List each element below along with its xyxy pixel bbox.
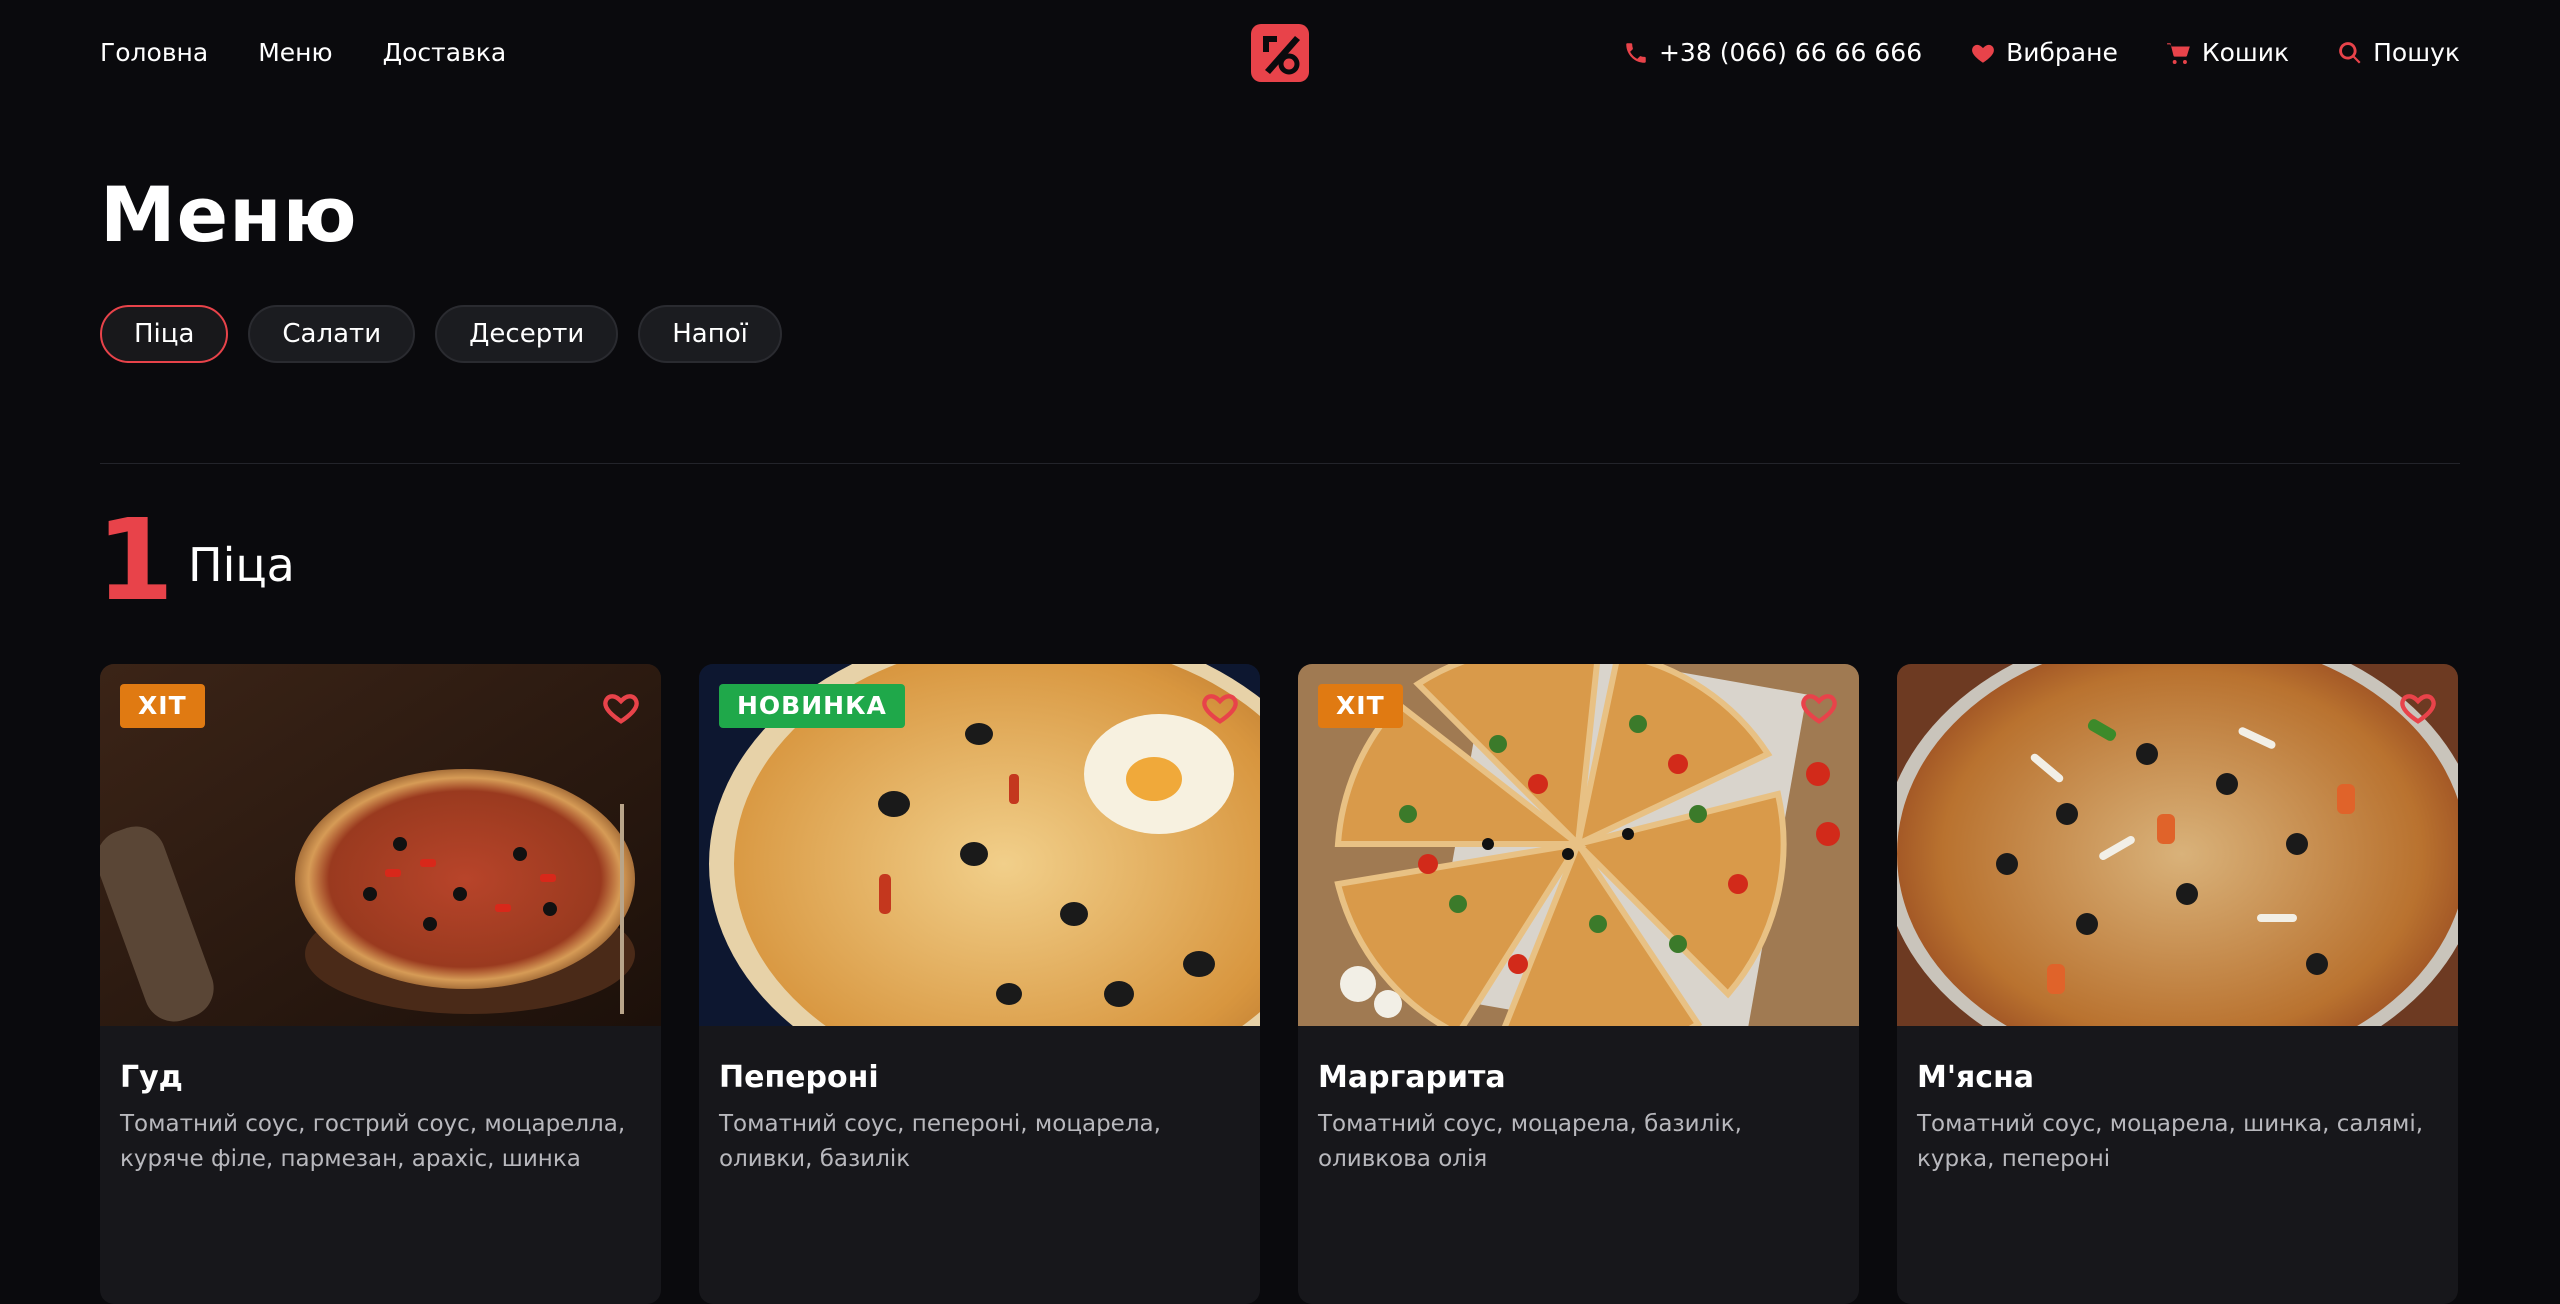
heart-outline-icon <box>1202 694 1238 724</box>
product-card[interactable]: М'ясна Томатний соус, моцарела, шинка, с… <box>1897 664 2458 1304</box>
product-image: ХІТ <box>100 664 661 1026</box>
category-chip-pizza[interactable]: Піца <box>100 305 229 363</box>
section-title: Піца <box>188 538 295 592</box>
heart-outline-icon <box>2400 694 2436 724</box>
favorites-label: Вибране <box>2006 38 2118 67</box>
search-icon <box>2339 41 2361 64</box>
cart-label: Кошик <box>2201 38 2290 67</box>
favorite-button[interactable] <box>601 688 641 728</box>
product-description: Томатний соус, гострий соус, моцарелла, … <box>120 1111 626 1172</box>
heart-outline-icon <box>1801 694 1837 724</box>
product-grid: ХІТ Гуд Томатний соус, гострий соус, моц… <box>100 664 2458 1304</box>
product-description: Томатний соус, моцарела, шинка, салямі, … <box>1917 1111 2424 1172</box>
product-badge: НОВИНКА <box>719 684 905 728</box>
favorite-button[interactable] <box>1799 688 1839 728</box>
product-description: Томатний соус, моцарела, базилік, оливко… <box>1318 1111 1742 1172</box>
heart-icon <box>1972 44 1995 63</box>
favorites-link[interactable]: Вибране <box>1970 38 2118 67</box>
search-label: Пошук <box>2373 38 2460 67</box>
section-divider <box>100 463 2460 464</box>
header-actions: +38 (066) 66 66 666 Вибране Кошик Пошук <box>1623 38 2460 67</box>
product-image <box>1897 664 2458 1026</box>
product-badge: ХІТ <box>120 684 205 728</box>
phone-number: +38 (066) 66 66 666 <box>1658 38 1923 67</box>
favorite-button[interactable] <box>2398 688 2438 728</box>
product-title[interactable]: Гуд <box>120 1060 641 1095</box>
phone-icon <box>1626 42 1646 63</box>
product-image: НОВИНКА <box>699 664 1260 1026</box>
main-nav: Головна Меню Доставка <box>100 38 506 67</box>
nav-menu-link[interactable]: Меню <box>258 38 332 67</box>
logo[interactable] <box>1249 22 1311 84</box>
cart-icon <box>2166 42 2190 64</box>
favorite-button[interactable] <box>1200 688 1240 728</box>
category-filter: Піца Салати Десерти Напої <box>100 305 782 363</box>
product-card[interactable]: ХІТ Гуд Томатний соус, гострий соус, моц… <box>100 664 661 1304</box>
category-chip-drinks[interactable]: Напої <box>638 305 782 363</box>
product-image: ХІТ <box>1298 664 1859 1026</box>
product-title[interactable]: Маргарита <box>1318 1060 1839 1095</box>
category-chip-salads[interactable]: Салати <box>248 305 416 363</box>
section-number: 1 <box>96 496 174 626</box>
product-card[interactable]: НОВИНКА Пепероні Томатний соус, пепероні… <box>699 664 1260 1304</box>
phone-link[interactable]: +38 (066) 66 66 666 <box>1623 38 1922 67</box>
nav-home-link[interactable]: Головна <box>100 38 208 67</box>
page-title: Меню <box>100 170 358 259</box>
product-card[interactable]: ХІТ Маргарита Томатний соус, моцарела, б… <box>1298 664 1859 1304</box>
heart-outline-icon <box>603 694 639 724</box>
product-badge: ХІТ <box>1318 684 1403 728</box>
product-title[interactable]: Пепероні <box>719 1060 1240 1095</box>
nav-delivery-link[interactable]: Доставка <box>383 38 507 67</box>
search-link[interactable]: Пошук <box>2337 38 2460 67</box>
cart-link[interactable]: Кошик <box>2166 38 2289 67</box>
product-title[interactable]: М'ясна <box>1917 1060 2438 1095</box>
product-description: Томатний соус, пепероні, моцарела, оливк… <box>719 1111 1161 1172</box>
category-chip-desserts[interactable]: Десерти <box>435 305 619 363</box>
